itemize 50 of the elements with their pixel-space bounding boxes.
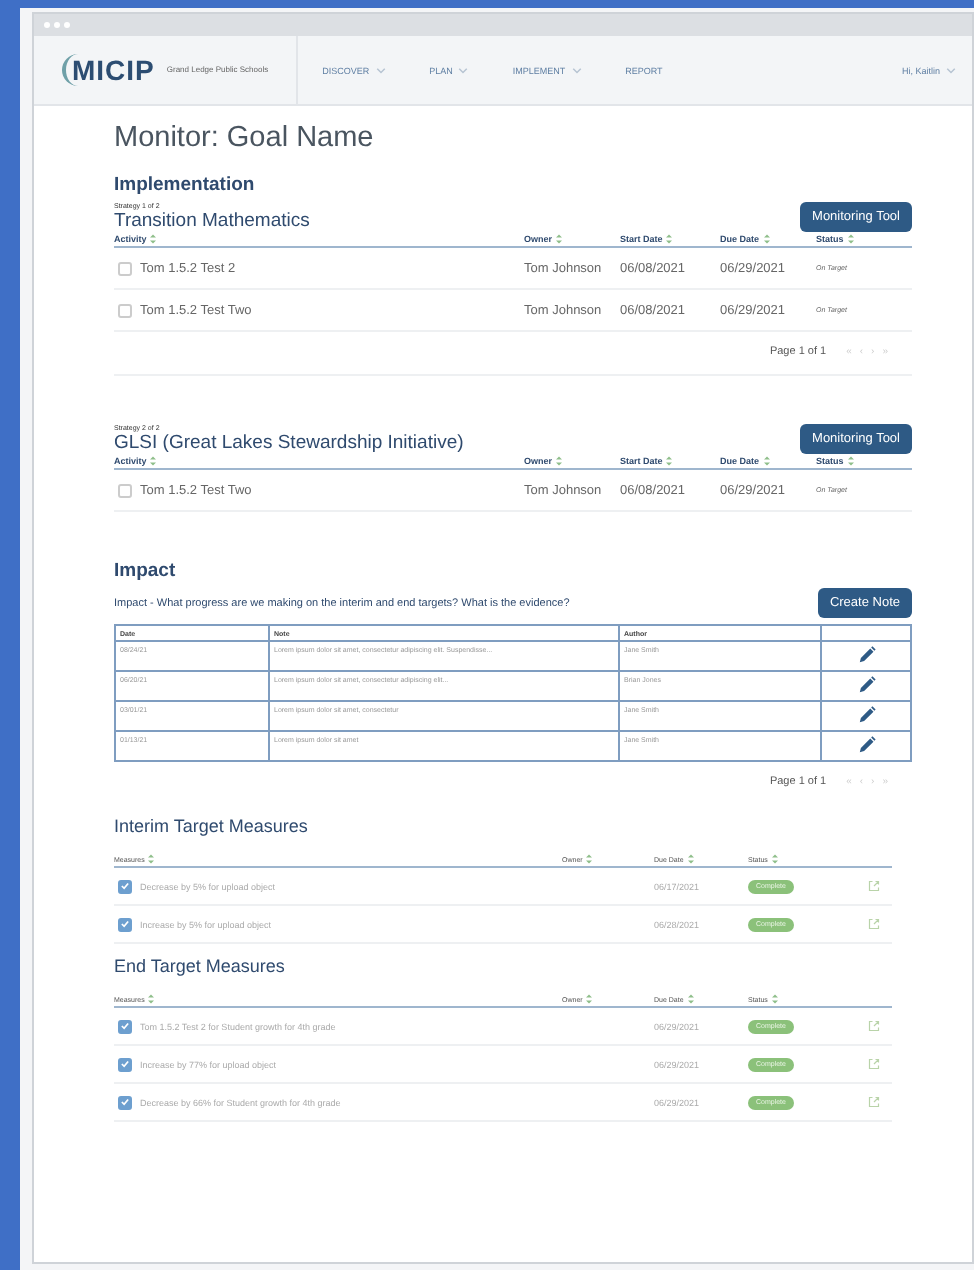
sort-icon[interactable] xyxy=(148,854,155,864)
checkbox[interactable] xyxy=(118,1095,132,1109)
checkbox[interactable] xyxy=(118,1019,132,1033)
logo[interactable]: MICIP xyxy=(62,54,155,86)
sort-icon[interactable] xyxy=(763,456,770,466)
section-heading: Impact xyxy=(114,560,178,582)
window-dot xyxy=(64,22,70,28)
pencil-icon[interactable] xyxy=(857,706,875,724)
external-link-icon[interactable] xyxy=(868,1020,880,1032)
external-link-icon[interactable] xyxy=(868,918,880,930)
sort-icon[interactable] xyxy=(148,994,155,1004)
strategy-name: Transition Mathematics xyxy=(114,210,310,232)
window-dot xyxy=(54,22,60,28)
checkbox[interactable] xyxy=(118,1057,132,1071)
external-link-icon[interactable] xyxy=(868,1058,880,1070)
chevron-down-icon xyxy=(946,67,956,73)
sort-icon[interactable] xyxy=(687,854,694,864)
section-heading: Interim Target Measures xyxy=(114,816,310,836)
sort-icon[interactable] xyxy=(771,994,778,1004)
checkbox[interactable] xyxy=(118,483,132,497)
checkbox[interactable] xyxy=(118,303,132,317)
sort-icon[interactable] xyxy=(771,854,778,864)
strategy-name: GLSI (Great Lakes Stewardship Initiative) xyxy=(114,432,464,454)
external-link-icon[interactable] xyxy=(868,880,880,892)
section-heading: End Target Measures xyxy=(114,956,287,976)
checkbox[interactable] xyxy=(118,917,132,931)
chevron-down-icon xyxy=(458,67,469,73)
external-link-icon[interactable] xyxy=(868,1096,880,1108)
sort-icon[interactable] xyxy=(556,234,563,244)
window-dot xyxy=(44,22,50,28)
page-title: Monitor: Goal Name xyxy=(114,122,376,154)
sort-icon[interactable] xyxy=(666,234,673,244)
sort-icon[interactable] xyxy=(586,994,593,1004)
sort-icon[interactable] xyxy=(687,994,694,1004)
sort-icon[interactable] xyxy=(150,234,157,244)
pencil-icon[interactable] xyxy=(857,646,875,664)
checkbox[interactable] xyxy=(118,879,132,893)
section-heading: Implementation xyxy=(114,174,257,196)
sort-icon[interactable] xyxy=(586,854,593,864)
sort-icon[interactable] xyxy=(763,234,770,244)
checkbox[interactable] xyxy=(118,261,132,275)
sort-icon[interactable] xyxy=(847,456,854,466)
chevron-down-icon xyxy=(571,67,582,73)
pencil-icon[interactable] xyxy=(857,676,875,694)
sort-icon[interactable] xyxy=(847,234,854,244)
sort-icon[interactable] xyxy=(666,456,673,466)
pencil-icon[interactable] xyxy=(857,736,875,754)
sort-icon[interactable] xyxy=(150,456,157,466)
sort-icon[interactable] xyxy=(556,456,563,466)
chevron-down-icon xyxy=(375,67,386,73)
